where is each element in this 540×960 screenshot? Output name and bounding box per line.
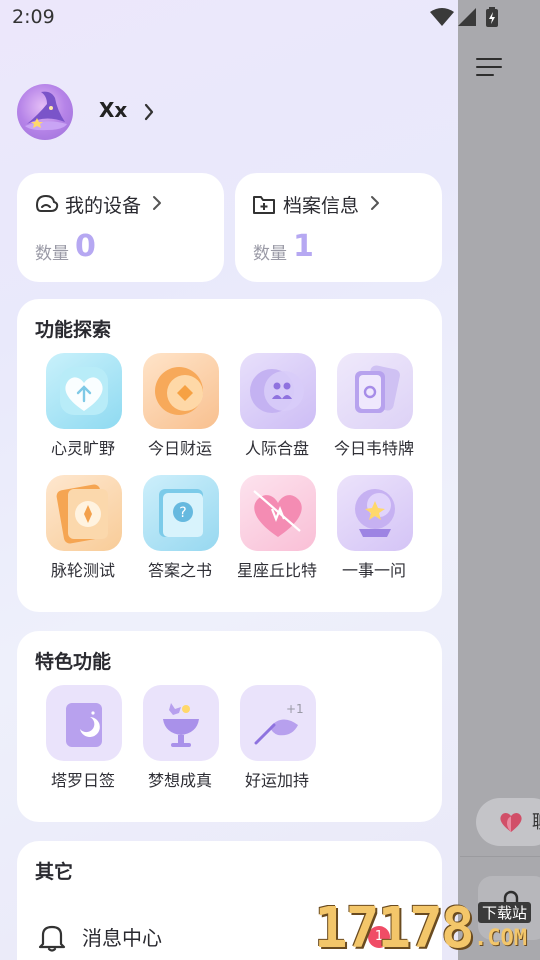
feature-item-cupid[interactable]: 星座丘比特: [228, 475, 326, 587]
background-chip-label: 聊: [532, 808, 540, 834]
avatar[interactable]: [17, 84, 73, 140]
dream-cup-icon: [143, 685, 219, 761]
navigation-drawer: 2:09 Xx 我的设备 数量 0 档案信息 数量 1 功能探索 心灵旷野 今日…: [0, 0, 458, 960]
section-title: 特色功能: [35, 651, 112, 673]
feature-item-tarot[interactable]: 今日韦特牌: [325, 353, 423, 465]
feature-item-caiyun[interactable]: 今日财运: [131, 353, 229, 465]
moon-card-icon: [46, 685, 122, 761]
feature-label: 今日韦特牌: [333, 439, 414, 458]
devices-title: 我的设备: [65, 195, 142, 217]
feature-item-mailun[interactable]: 脉轮测试: [34, 475, 132, 587]
feature-item-mengxiang[interactable]: 梦想成真: [131, 685, 229, 797]
chevron-right-icon: [153, 196, 161, 210]
wifi-icon: [430, 8, 454, 26]
devices-card[interactable]: 我的设备 数量 0: [17, 173, 224, 282]
feature-item-taluo[interactable]: 塔罗日签: [34, 685, 132, 797]
status-time: 2:09: [12, 6, 55, 28]
devices-count-label: 数量: [35, 244, 69, 264]
svg-text:+1: +1: [286, 702, 304, 716]
devices-count: 0: [75, 229, 96, 264]
archives-card[interactable]: 档案信息 数量 1: [235, 173, 442, 282]
divider: [460, 856, 540, 857]
heart-icon: [46, 353, 122, 429]
tarot-cards-icon: [337, 353, 413, 429]
site-watermark: 17178 下载站 .COM: [314, 896, 540, 960]
menu-icon[interactable]: [476, 58, 502, 78]
heart-icon: [500, 813, 522, 832]
bell-icon: [38, 925, 66, 952]
svg-text:?: ?: [179, 505, 186, 521]
chevron-right-icon: [144, 103, 154, 121]
profile-name: Xx: [99, 98, 128, 122]
feature-label: 好运加持: [244, 771, 309, 790]
background-chip[interactable]: 聊: [476, 798, 540, 846]
archives-count-label: 数量: [253, 244, 287, 264]
feature-label: 一事一问: [341, 561, 406, 580]
watermark-tag: 下载站: [478, 902, 532, 923]
feature-item-haoyun[interactable]: +1 好运加持: [228, 685, 326, 797]
watermark-suffix: .COM: [474, 926, 527, 951]
device-icon: [35, 194, 59, 212]
cellular-signal-icon: [458, 8, 476, 26]
luck-plus-icon: +1: [240, 685, 316, 761]
cupid-heart-icon: [240, 475, 316, 551]
coin-icon: [143, 353, 219, 429]
feature-item-renji[interactable]: 人际合盘: [228, 353, 326, 465]
message-center-label: 消息中心: [82, 926, 162, 950]
answer-book-icon: ?: [143, 475, 219, 551]
watermark-digits: 17178: [314, 896, 475, 960]
folder-add-icon: [253, 196, 275, 214]
crystal-ball-icon: [337, 475, 413, 551]
chevron-right-icon: [371, 196, 379, 210]
special-card: 特色功能 塔罗日签 梦想成真 +1 好运加持: [17, 631, 442, 822]
feature-item-xinling[interactable]: 心灵旷野: [34, 353, 132, 465]
archives-title: 档案信息: [283, 195, 360, 217]
people-icon: [240, 353, 316, 429]
feature-item-yishi[interactable]: 一事一问: [325, 475, 423, 587]
section-title: 功能探索: [35, 319, 112, 341]
status-icons: [430, 7, 498, 27]
section-title: 其它: [35, 861, 74, 883]
feature-item-daan[interactable]: ? 答案之书: [131, 475, 229, 587]
profile-row[interactable]: Xx: [17, 84, 317, 140]
explore-card: 功能探索 心灵旷野 今日财运 人际合盘 今日韦特牌 脉轮测试 ? 答案之书 星座…: [17, 299, 442, 612]
chakra-icon: [46, 475, 122, 551]
archives-count: 1: [293, 229, 314, 264]
wizard-hat-icon: [25, 91, 67, 131]
